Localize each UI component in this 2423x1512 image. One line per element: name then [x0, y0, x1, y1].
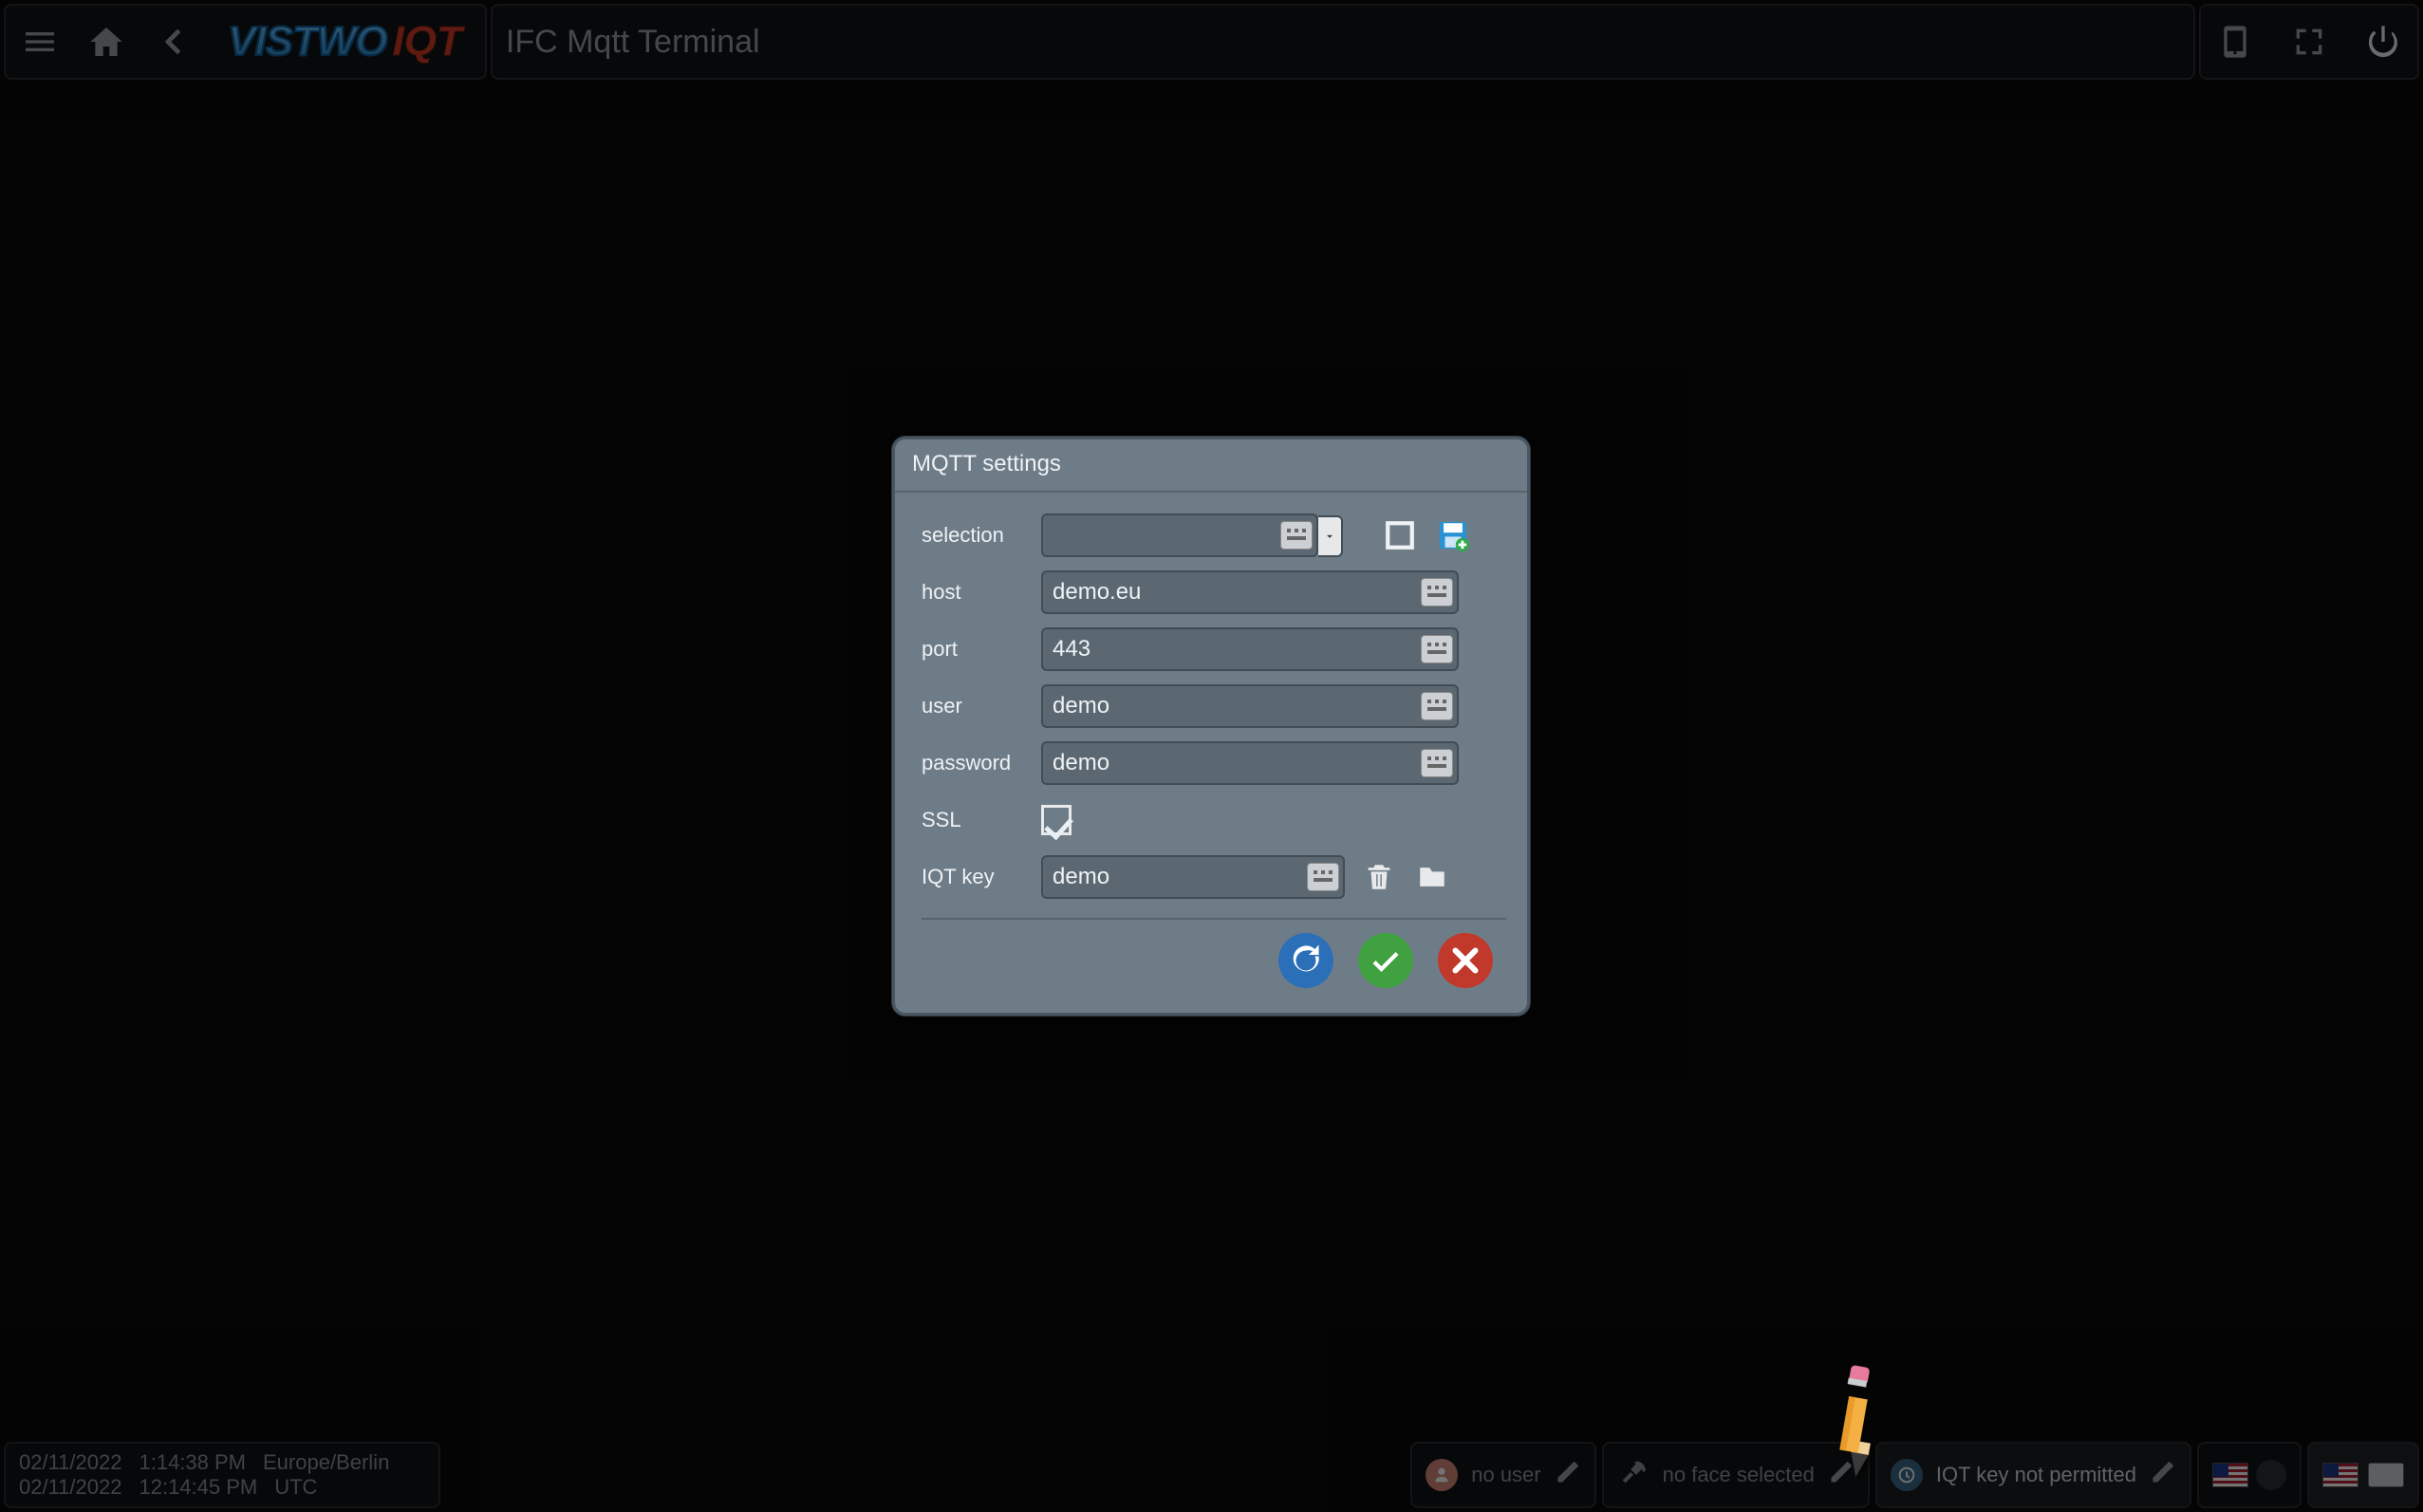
keyboard-icon[interactable]: [1307, 863, 1339, 891]
keyboard-icon[interactable]: [1280, 521, 1313, 550]
new-window-icon: [1384, 519, 1416, 551]
close-icon: [1448, 943, 1482, 978]
selection-input[interactable]: [1041, 513, 1318, 557]
keyboard-icon[interactable]: [1421, 692, 1453, 720]
reload-icon: [1289, 943, 1323, 978]
port-input[interactable]: 443: [1041, 627, 1459, 671]
trash-icon: [1363, 861, 1395, 893]
keyboard-icon[interactable]: [1421, 749, 1453, 777]
ok-button[interactable]: [1358, 933, 1413, 988]
label-user: user: [922, 694, 1026, 719]
reload-button[interactable]: [1278, 933, 1333, 988]
chevron-down-icon: [1323, 530, 1336, 543]
iqt-key-input[interactable]: demo: [1041, 855, 1345, 899]
label-ssl: SSL: [922, 808, 1026, 832]
port-value: 443: [1053, 636, 1090, 663]
iqt-key-value: demo: [1053, 864, 1109, 890]
browse-key-button[interactable]: [1413, 858, 1451, 896]
host-value: demo.eu: [1053, 579, 1141, 606]
selection-dropdown-handle[interactable]: [1318, 515, 1343, 557]
dialog-separator: [922, 918, 1506, 920]
keyboard-icon[interactable]: [1421, 578, 1453, 607]
label-port: port: [922, 637, 1026, 662]
keyboard-icon[interactable]: [1421, 635, 1453, 663]
folder-icon: [1416, 861, 1448, 893]
dialog-title: MQTT settings: [895, 439, 1527, 493]
user-value: demo: [1053, 693, 1109, 719]
label-password: password: [922, 751, 1026, 775]
new-window-button[interactable]: [1381, 516, 1419, 554]
label-selection: selection: [922, 523, 1026, 548]
password-input[interactable]: demo: [1041, 741, 1459, 785]
ssl-checkbox[interactable]: [1041, 805, 1072, 835]
cancel-button[interactable]: [1438, 933, 1493, 988]
user-input[interactable]: demo: [1041, 684, 1459, 728]
floppy-save-icon: [1437, 519, 1469, 551]
mqtt-settings-dialog: MQTT settings selection: [892, 437, 1530, 1016]
save-profile-button[interactable]: [1434, 516, 1472, 554]
password-value: demo: [1053, 750, 1109, 776]
host-input[interactable]: demo.eu: [1041, 570, 1459, 614]
delete-key-button[interactable]: [1360, 858, 1398, 896]
label-iqt-key: IQT key: [922, 865, 1026, 889]
label-host: host: [922, 580, 1026, 605]
check-icon: [1369, 943, 1403, 978]
